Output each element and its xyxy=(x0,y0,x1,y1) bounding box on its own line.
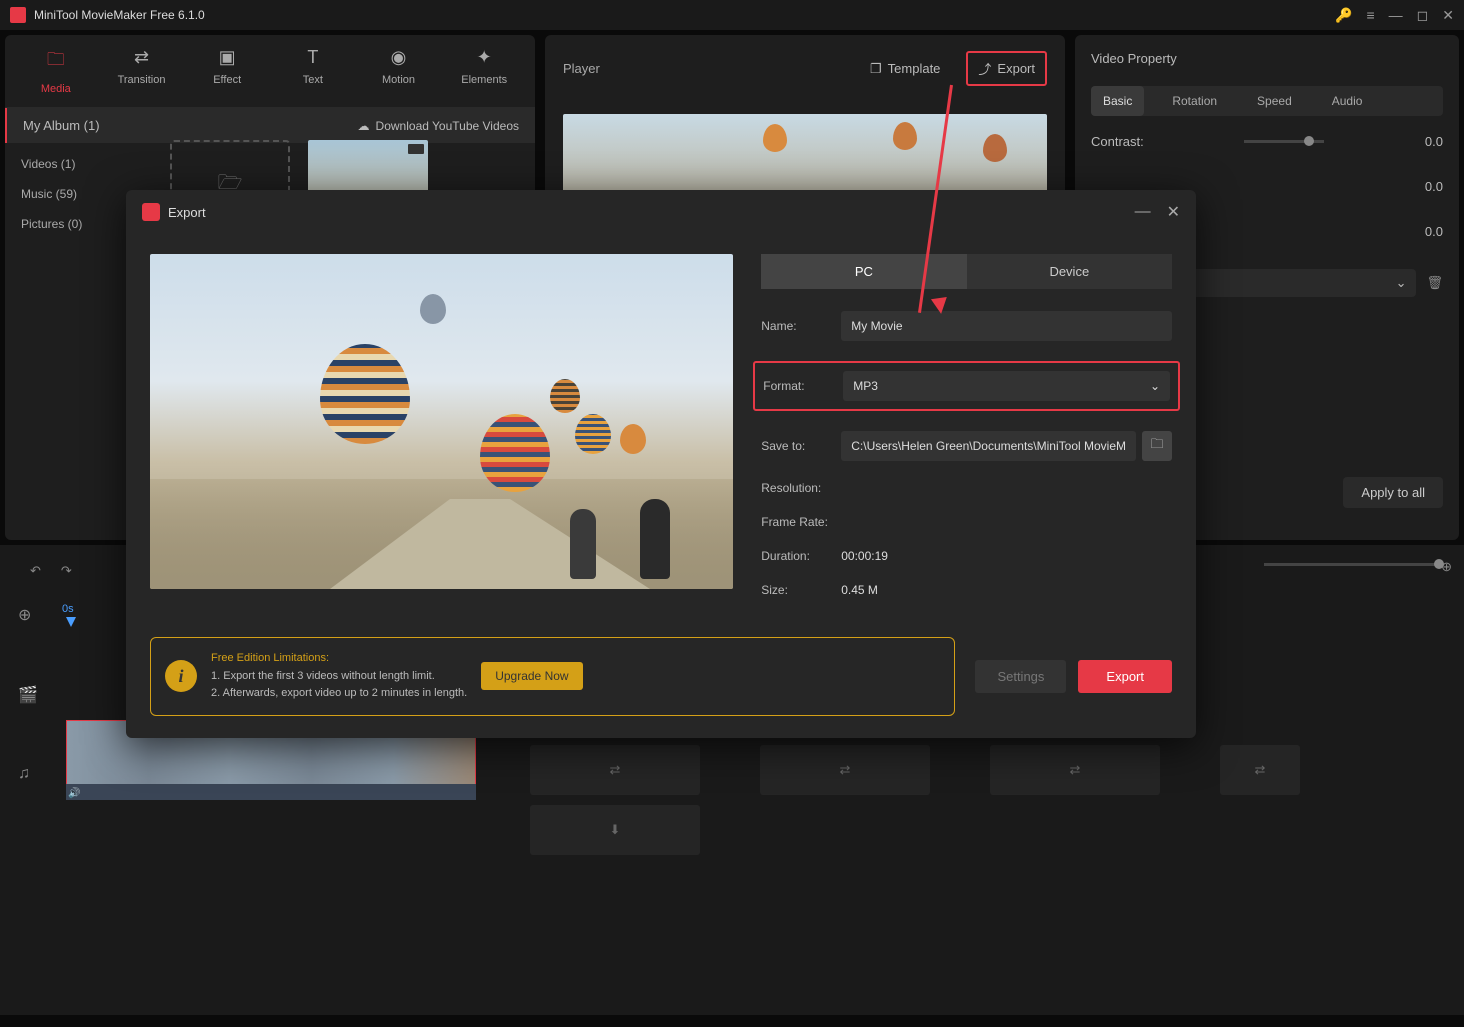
video-property-title: Video Property xyxy=(1091,51,1443,66)
template-button[interactable]: ❐Template xyxy=(860,55,950,83)
format-label: Format: xyxy=(763,379,843,393)
text-icon: T xyxy=(270,47,356,68)
playhead[interactable] xyxy=(66,617,76,627)
track-slot[interactable]: ⇄ xyxy=(760,745,930,795)
track-slot[interactable]: ⇄ xyxy=(530,745,700,795)
titlebar: MiniTool MovieMaker Free 6.1.0 🔑 ≡ — ◻ ✕ xyxy=(0,0,1464,30)
tab-basic[interactable]: Basic xyxy=(1091,86,1144,116)
export-button[interactable]: ⤴Export xyxy=(966,51,1047,86)
album-title: My Album (1) xyxy=(23,118,100,133)
swap-icon: ⇄ xyxy=(840,762,851,778)
browse-button[interactable]: 🗀 xyxy=(1142,431,1172,461)
contrast-slider[interactable] xyxy=(1244,140,1324,143)
track-slot[interactable]: ⇄ xyxy=(990,745,1160,795)
upload-icon: ⤴ xyxy=(978,59,991,78)
video-track-icon: 🎬 xyxy=(18,685,38,705)
hamburger-icon[interactable]: ≡ xyxy=(1366,7,1374,23)
info-icon: i xyxy=(165,660,197,692)
folder-icon: 🗀 xyxy=(1150,435,1163,457)
upgrade-button[interactable]: Upgrade Now xyxy=(481,662,582,690)
framerate-label: Frame Rate: xyxy=(761,515,828,529)
close-icon[interactable]: ✕ xyxy=(1442,7,1454,24)
export-action-button[interactable]: Export xyxy=(1078,660,1172,693)
transition-icon: ⇄ xyxy=(99,47,185,68)
property-value-3: 0.0 xyxy=(1425,224,1443,239)
time-indicator: 0s xyxy=(62,603,74,615)
tab-effect[interactable]: ▣Effect xyxy=(184,47,270,95)
export-tab-device[interactable]: Device xyxy=(967,254,1172,289)
name-input[interactable]: My Movie xyxy=(841,311,1172,341)
tab-transition[interactable]: ⇄Transition xyxy=(99,47,185,95)
trash-icon[interactable]: 🗑 xyxy=(1426,275,1443,291)
modal-close-icon[interactable]: ✕ xyxy=(1167,202,1180,222)
size-label: Size: xyxy=(761,583,841,597)
annotation-arrow-head xyxy=(931,297,949,315)
undo-icon[interactable]: ↶ xyxy=(30,563,41,579)
modal-logo xyxy=(142,203,160,221)
size-value: 0.45 M xyxy=(841,583,878,597)
cloud-icon: ☁ xyxy=(358,119,370,133)
tab-speed[interactable]: Speed xyxy=(1245,86,1304,116)
maximize-icon[interactable]: ◻ xyxy=(1417,7,1429,24)
album-header[interactable]: My Album (1) ☁Download YouTube Videos xyxy=(5,108,535,143)
export-tab-pc[interactable]: PC xyxy=(761,254,966,289)
app-title: MiniTool MovieMaker Free 6.1.0 xyxy=(34,8,1335,22)
effect-icon: ▣ xyxy=(184,47,270,68)
duration-value: 00:00:19 xyxy=(841,549,888,563)
player-title: Player xyxy=(563,61,844,76)
add-track-icon[interactable]: ⊕ xyxy=(18,605,38,625)
warning-title: Free Edition Limitations: xyxy=(211,650,467,668)
export-modal: Export — ✕ PC Device Name: My Movie xyxy=(126,190,1196,738)
download-youtube-link[interactable]: ☁Download YouTube Videos xyxy=(358,119,519,133)
swap-icon: ⇄ xyxy=(1070,762,1081,778)
chevron-down-icon: ⌄ xyxy=(1396,275,1407,291)
free-edition-warning: i Free Edition Limitations: 1. Export th… xyxy=(150,637,955,716)
chevron-down-icon: ⌄ xyxy=(1150,379,1160,393)
contrast-value: 0.0 xyxy=(1425,134,1443,149)
saveto-label: Save to: xyxy=(761,439,841,453)
warning-line1: 1. Export the first 3 videos without len… xyxy=(211,668,467,686)
tab-audio[interactable]: Audio xyxy=(1320,86,1375,116)
tab-motion[interactable]: ◉Motion xyxy=(356,47,442,95)
app-logo xyxy=(10,7,26,23)
export-preview xyxy=(150,254,733,589)
folder-icon: 🗀 xyxy=(13,47,99,77)
download-icon: ⬇ xyxy=(610,822,621,838)
tab-text[interactable]: TText xyxy=(270,47,356,95)
tab-elements[interactable]: ✦Elements xyxy=(441,47,527,95)
tab-rotation[interactable]: Rotation xyxy=(1160,86,1229,116)
redo-icon[interactable]: ↷ xyxy=(61,563,72,579)
key-icon[interactable]: 🔑 xyxy=(1335,7,1352,24)
settings-button[interactable]: Settings xyxy=(975,660,1066,693)
tab-media[interactable]: 🗀Media xyxy=(13,47,99,95)
minimize-icon[interactable]: — xyxy=(1389,7,1403,23)
format-row-highlighted: Format: MP3 ⌄ xyxy=(753,361,1180,411)
elements-icon: ✦ xyxy=(441,47,527,68)
apply-to-all-button[interactable]: Apply to all xyxy=(1343,477,1443,508)
name-label: Name: xyxy=(761,319,841,333)
swap-icon: ⇄ xyxy=(610,762,621,778)
modal-minimize-icon[interactable]: — xyxy=(1135,203,1151,221)
duration-label: Duration: xyxy=(761,549,841,563)
audio-track-icon: ♫ xyxy=(18,765,38,783)
motion-icon: ◉ xyxy=(356,47,442,68)
track-slot[interactable]: ⇄ xyxy=(1220,745,1300,795)
timeline-audio[interactable]: 🔊 xyxy=(66,784,476,800)
contrast-label: Contrast: xyxy=(1091,134,1144,149)
warning-line2: 2. Afterwards, export video up to 2 minu… xyxy=(211,685,467,703)
swap-icon: ⇄ xyxy=(1255,762,1266,778)
zoom-plus-icon[interactable]: ⊕ xyxy=(1441,559,1452,575)
resolution-label: Resolution: xyxy=(761,481,821,495)
track-slot[interactable]: ⬇ xyxy=(530,805,700,855)
zoom-slider[interactable] xyxy=(1264,563,1444,566)
stack-icon: ❐ xyxy=(870,61,882,77)
property-value-2: 0.0 xyxy=(1425,179,1443,194)
format-select[interactable]: MP3 ⌄ xyxy=(843,371,1170,401)
modal-title: Export xyxy=(168,205,1119,220)
saveto-input[interactable]: C:\Users\Helen Green\Documents\MiniTool … xyxy=(841,431,1136,461)
